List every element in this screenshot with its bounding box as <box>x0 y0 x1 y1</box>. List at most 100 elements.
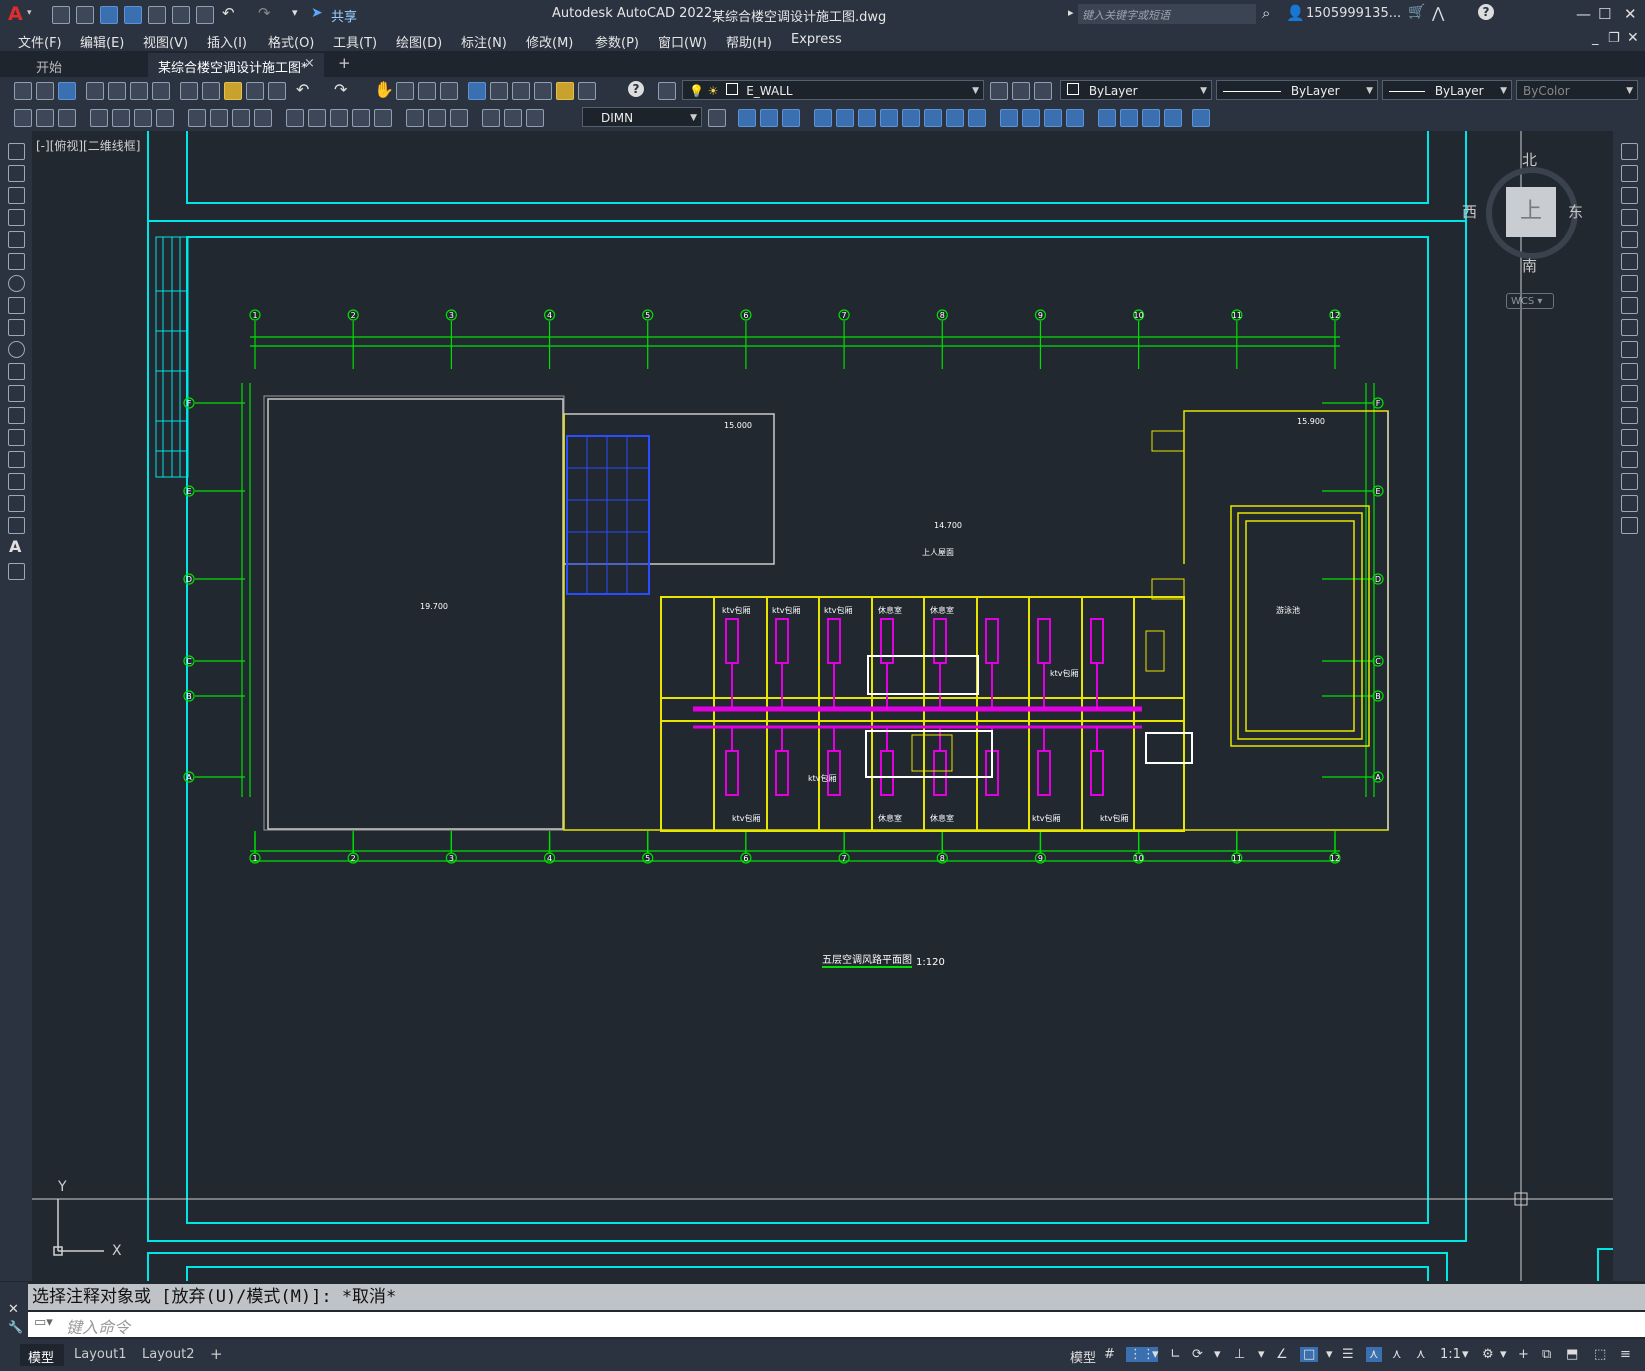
layer-delete-icon[interactable] <box>1164 109 1182 127</box>
ortho-icon[interactable]: ∟ <box>1170 1347 1181 1362</box>
table-icon[interactable] <box>8 517 25 534</box>
extend-icon[interactable] <box>1621 363 1638 380</box>
command-close-icon[interactable]: ✕ <box>8 1302 19 1317</box>
trim-icon[interactable] <box>1621 341 1638 358</box>
ellipse-icon[interactable] <box>8 341 25 358</box>
add-layout-button[interactable]: + <box>210 1345 223 1363</box>
dim-override-icon[interactable] <box>526 109 544 127</box>
annotation-scale-icon[interactable]: ⋏ <box>1416 1347 1426 1362</box>
chamfer-icon[interactable] <box>1621 451 1638 468</box>
save-as-icon[interactable] <box>124 6 142 24</box>
viewcube[interactable]: 北 南 东 西 上 WCS ▾ <box>1462 145 1583 315</box>
menu-view[interactable]: 视图(V) <box>143 32 188 51</box>
zoom-previous-icon[interactable] <box>440 82 458 100</box>
cart-icon[interactable]: 🛒 <box>1408 4 1425 20</box>
open-icon[interactable] <box>36 82 54 100</box>
compass-west[interactable]: 西 <box>1462 201 1477 222</box>
pan-icon[interactable]: ✋ <box>374 80 394 99</box>
units-icon[interactable]: ⧉ <box>1542 1347 1551 1362</box>
preview-icon[interactable] <box>108 82 126 100</box>
dim-diameter-icon[interactable] <box>156 109 174 127</box>
join-icon[interactable] <box>1621 429 1638 446</box>
menu-help[interactable]: 帮助(H) <box>726 32 772 51</box>
ref-attach-icon[interactable] <box>814 109 832 127</box>
make-current-icon[interactable] <box>990 82 1008 100</box>
layer-properties-icon[interactable] <box>658 82 676 100</box>
inspection-icon[interactable] <box>374 109 392 127</box>
linetype-dropdown[interactable]: ByLayer ▼ <box>1216 80 1378 100</box>
tab-model[interactable]: 模型 <box>20 1344 64 1366</box>
sheet-set-icon[interactable] <box>534 82 552 100</box>
save-icon[interactable] <box>100 6 118 24</box>
viewcube-top-face[interactable]: 上 <box>1506 187 1556 237</box>
search-input[interactable]: 键入关键字或短语 <box>1078 4 1256 24</box>
polyline-icon[interactable] <box>8 187 25 204</box>
region-icon[interactable] <box>8 495 25 512</box>
spline-icon[interactable] <box>8 319 25 336</box>
isodraft-icon[interactable]: ⊥ <box>1234 1347 1245 1362</box>
customize-icon[interactable]: ▾ <box>292 6 298 19</box>
menu-file[interactable]: 文件(F) <box>18 32 62 51</box>
dim-break-icon[interactable] <box>308 109 326 127</box>
command-recent-icon[interactable]: ▭▾ <box>34 1315 53 1330</box>
tab-close-icon[interactable]: × <box>304 56 315 71</box>
dim-ordinate-icon[interactable] <box>90 109 108 127</box>
zoom-realtime-icon[interactable] <box>396 82 414 100</box>
web-publish-icon[interactable] <box>152 82 170 100</box>
doc-restore-icon[interactable]: ❐ <box>1608 31 1620 46</box>
tab-layout2[interactable]: Layout2 <box>142 1347 194 1362</box>
undo-icon[interactable]: ↶ <box>222 4 235 22</box>
drawing-canvas[interactable]: [-][俯视][二维线框] 1 1 2 2 3 3 4 4 5 5 6 6 7 7 8 8 9 9 10 10 11 11… <box>32 131 1613 1281</box>
annotation-scale-value[interactable]: 1:1 <box>1440 1347 1461 1362</box>
layer-off-icon[interactable] <box>1098 109 1116 127</box>
circle-icon[interactable] <box>8 275 25 292</box>
layer-unisolate-icon[interactable] <box>1044 109 1062 127</box>
open-file-icon[interactable] <box>76 6 94 24</box>
construction-line-icon[interactable] <box>8 165 25 182</box>
menu-draw[interactable]: 绘图(D) <box>396 32 442 51</box>
calculator-icon[interactable] <box>578 82 596 100</box>
plot-icon[interactable] <box>196 6 214 24</box>
command-settings-icon[interactable]: 🔧 <box>8 1320 23 1334</box>
search-icon[interactable]: ⌕ <box>1262 4 1270 22</box>
move-icon[interactable] <box>1621 253 1638 270</box>
customization-icon[interactable]: ≡ <box>1620 1347 1631 1362</box>
compass-east[interactable]: 东 <box>1568 201 1583 222</box>
scale-menu-icon[interactable]: ▾ <box>1462 1347 1469 1362</box>
wcs-menu[interactable]: WCS ▾ <box>1506 293 1554 309</box>
tool-palettes-icon[interactable] <box>512 82 530 100</box>
hatch-icon[interactable] <box>8 451 25 468</box>
doc-minimize-icon[interactable]: _ <box>1592 31 1599 46</box>
autodesk-icon[interactable]: ⋀ <box>1432 4 1444 22</box>
layer-state-icon[interactable] <box>1034 82 1052 100</box>
menu-tools[interactable]: 工具(T) <box>333 32 377 51</box>
new-tab-button[interactable]: + <box>338 54 351 72</box>
dim-radius-icon[interactable] <box>112 109 130 127</box>
menu-parametric[interactable]: 参数(P) <box>595 32 639 51</box>
offset-icon[interactable] <box>1621 209 1638 226</box>
design-center-icon[interactable] <box>490 82 508 100</box>
erase-icon[interactable] <box>1621 143 1638 160</box>
ref-clip-icon[interactable] <box>836 109 854 127</box>
break-icon[interactable] <box>1621 407 1638 424</box>
help-tb-icon[interactable]: ? <box>628 81 644 97</box>
tab-drawing[interactable]: 某综合楼空调设计施工图* × <box>148 53 324 77</box>
dim-jogged-icon[interactable] <box>134 109 152 127</box>
layer-isolate-icon[interactable] <box>1022 109 1040 127</box>
compass-north[interactable]: 北 <box>1522 149 1537 170</box>
revcloud-icon[interactable] <box>8 297 25 314</box>
rectangle-icon[interactable] <box>8 231 25 248</box>
insert-block-icon[interactable] <box>8 385 25 402</box>
block-editor-icon[interactable] <box>268 82 286 100</box>
redo-tb-icon[interactable]: ↷ <box>334 80 347 99</box>
ref-close-icon[interactable] <box>924 109 942 127</box>
ref-save-icon[interactable] <box>902 109 920 127</box>
make-block-icon[interactable] <box>8 407 25 424</box>
dim-style-manager-icon[interactable] <box>708 109 726 127</box>
user-name[interactable]: 1505999135... <box>1306 6 1401 21</box>
dim-edit-icon[interactable] <box>428 109 446 127</box>
layer-previous-icon[interactable] <box>1012 82 1030 100</box>
layer-lock-icon[interactable] <box>1120 109 1138 127</box>
ref-bind-icon[interactable] <box>858 109 876 127</box>
ellipse-arc-icon[interactable] <box>8 363 25 380</box>
